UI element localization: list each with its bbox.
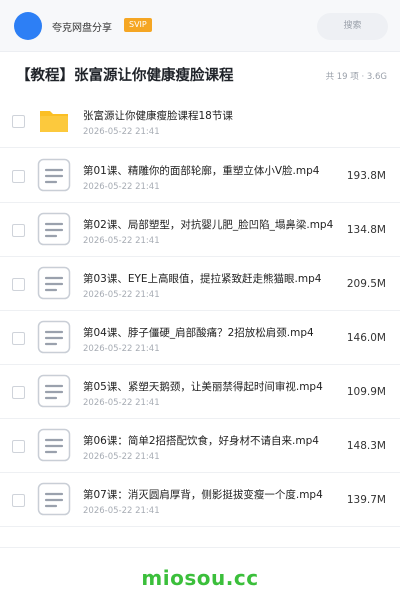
file-row[interactable]: 第02课、局部塑型，对抗婴儿肥_脸凹陷_塌鼻梁.mp4 2026-05-22 2… (0, 203, 400, 257)
document-icon (37, 320, 71, 354)
document-icon (37, 374, 71, 408)
file-date: 2026-05-22 21:41 (83, 398, 160, 408)
file-row[interactable]: 张富源让你健康瘦脸课程18节课 2026-05-22 21:41 (0, 94, 400, 148)
file-size: 193.8M (346, 170, 386, 182)
row-checkbox[interactable] (12, 224, 25, 237)
file-row[interactable]: 第05课、紧塑天鹅颈，让美丽禁得起时间审视.mp4 2026-05-22 21:… (0, 365, 400, 419)
file-size: 139.7M (346, 494, 386, 506)
document-icon (37, 212, 71, 246)
top-bar: 夸克网盘分享 SVIP 搜索 (0, 0, 400, 52)
file-date: 2026-05-22 21:41 (83, 182, 160, 192)
watermark: miosou.cc (141, 566, 259, 590)
file-date: 2026-05-22 21:41 (83, 506, 160, 516)
svip-badge: SVIP (124, 18, 152, 32)
user-avatar[interactable] (14, 12, 42, 40)
search-input[interactable]: 搜索 (317, 13, 388, 40)
row-checkbox[interactable] (12, 170, 25, 183)
file-name: 第05课、紧塑天鹅颈，让美丽禁得起时间审视.mp4 (83, 381, 323, 393)
file-size: 209.5M (346, 278, 386, 290)
app-name: 夸克网盘分享 (52, 23, 112, 34)
file-date: 2026-05-22 21:41 (83, 127, 160, 137)
row-checkbox[interactable] (12, 440, 25, 453)
file-size: 146.0M (346, 332, 386, 344)
document-icon (37, 428, 71, 462)
folder-icon (40, 111, 68, 132)
file-date: 2026-05-22 21:41 (83, 344, 160, 354)
file-size: 109.9M (346, 386, 386, 398)
list-end-divider (0, 547, 400, 548)
file-name: 第01课、精雕你的面部轮廓，重塑立体小V脸.mp4 (83, 165, 320, 177)
row-checkbox[interactable] (12, 278, 25, 291)
file-date: 2026-05-22 21:41 (83, 236, 160, 246)
file-name: 第02课、局部塑型，对抗婴儿肥_脸凹陷_塌鼻梁.mp4 (83, 219, 334, 231)
file-row[interactable]: 第03课、EYE上高眼值，提拉紧致赶走熊猫眼.mp4 2026-05-22 21… (0, 257, 400, 311)
document-icon (37, 158, 71, 192)
file-date: 2026-05-22 21:41 (83, 290, 160, 300)
file-row[interactable]: 第04课、脖子僵硬_肩部酸痛？2招放松肩颈.mp4 2026-05-22 21:… (0, 311, 400, 365)
document-icon (37, 482, 71, 516)
document-icon (37, 266, 71, 300)
file-row[interactable]: 第07课：消灭圆肩厚背，侧影挺拔变瘦一个度.mp4 2026-05-22 21:… (0, 473, 400, 527)
file-date: 2026-05-22 21:41 (83, 452, 160, 462)
file-name: 第03课、EYE上高眼值，提拉紧致赶走熊猫眼.mp4 (83, 273, 322, 285)
file-size: 148.3M (346, 440, 386, 452)
file-row[interactable]: 第01课、精雕你的面部轮廓，重塑立体小V脸.mp4 2026-05-22 21:… (0, 149, 400, 203)
row-checkbox[interactable] (12, 115, 25, 128)
row-checkbox[interactable] (12, 494, 25, 507)
file-name: 第04课、脖子僵硬_肩部酸痛？2招放松肩颈.mp4 (83, 327, 314, 339)
file-size: 134.8M (346, 224, 386, 236)
file-name: 张富源让你健康瘦脸课程18节课 (83, 110, 233, 122)
page-title: 【教程】张富源让你健康瘦脸课程 (16, 68, 234, 84)
file-name: 第06课：简单2招搭配饮食，好身材不请自来.mp4 (83, 435, 319, 447)
share-meta: 共 19 项 · 3.6G (325, 72, 387, 82)
row-checkbox[interactable] (12, 332, 25, 345)
file-row[interactable]: 第06课：简单2招搭配饮食，好身材不请自来.mp4 2026-05-22 21:… (0, 419, 400, 473)
row-checkbox[interactable] (12, 386, 25, 399)
file-name: 第07课：消灭圆肩厚背，侧影挺拔变瘦一个度.mp4 (83, 489, 323, 501)
